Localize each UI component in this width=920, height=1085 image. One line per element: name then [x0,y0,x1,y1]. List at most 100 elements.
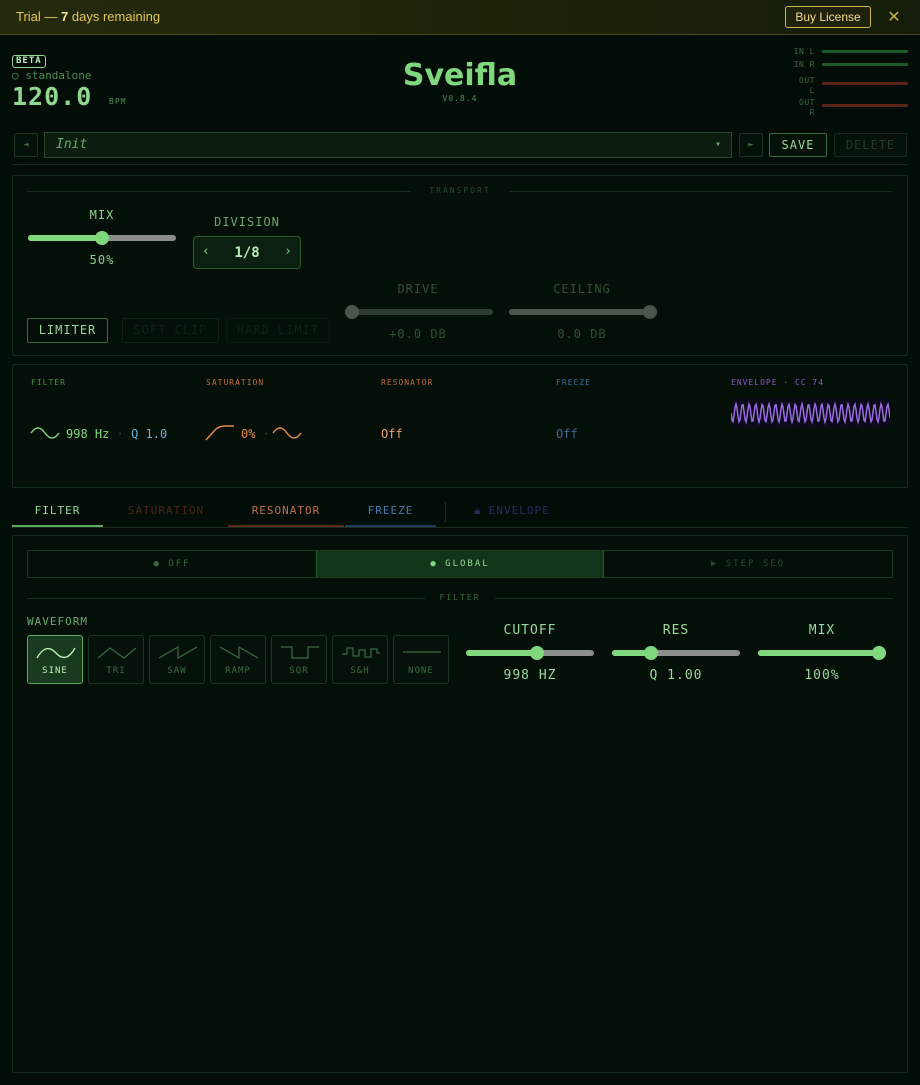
mix-slider[interactable] [28,231,176,245]
soft-clip-button[interactable]: SOFT CLIP [122,318,219,343]
hard-limit-button[interactable]: HARD LIMIT [226,318,330,343]
envelope-waveform [731,398,890,428]
waveform-none-button[interactable]: NONE [393,635,449,684]
sine-wave-icon [30,427,60,439]
ceiling-knob[interactable] [643,305,657,319]
ceiling-value: 0.0 DB [557,327,607,341]
filter-mix-knob[interactable] [872,646,886,660]
waveform-saw-button[interactable]: SAW [149,635,205,684]
mix-fill [28,235,102,241]
filter-mix-slider[interactable] [758,646,886,660]
buy-license-button[interactable]: Buy License [785,6,871,28]
drive-label: DRIVE [397,282,439,296]
tab-resonator[interactable]: RESONATOR [228,497,344,527]
bpm-value[interactable]: 120.0 [12,82,92,111]
module-saturation-summary: 0% · [241,427,270,441]
res-label: RES [662,623,690,638]
waveform-label: WAVEFORM [27,615,88,628]
tab-divider [445,502,446,522]
waveform-ramp-label: RAMP [225,666,251,676]
tab-envelope-label: ENVELOPE [488,504,550,517]
save-button[interactable]: SAVE [769,133,827,157]
saw-wave-icon [158,645,198,660]
close-icon[interactable]: ✕ [885,6,903,28]
module-envelope-title: ENVELOPE · CC 74 [731,378,825,387]
waveform-sh-button[interactable]: S&H [332,635,388,684]
preset-select[interactable]: Init ▾ [44,132,732,158]
waveform-sine-label: SINE [42,666,68,676]
division-next-button[interactable]: › [284,244,292,259]
tab-envelope[interactable]: 🔒︎ ENVELOPE [462,497,562,527]
tab-saturation[interactable]: SATURATION [117,497,215,527]
filter-section-label: FILTER [425,593,495,602]
division-stepper[interactable]: ‹ 1/8 › [193,236,301,269]
cutoff-slider[interactable] [466,646,594,660]
filter-mix-label: MIX [808,623,836,638]
res-value: Q 1.00 [649,668,703,683]
ceiling-fill [509,309,650,315]
preset-next-button[interactable]: ► [739,133,763,157]
dot-icon: ● [153,559,161,569]
module-resonator-status: Off [381,427,403,441]
play-icon: ▶ [710,559,719,569]
cutoff-fill [466,650,537,656]
mix-label: MIX [89,208,115,222]
waveform-saw-label: SAW [167,666,187,676]
meter-in-l-label: IN L [793,47,815,56]
dot-icon: ● [430,559,438,569]
cutoff-value: 998 HZ [503,668,557,683]
flat-line-icon [403,651,441,653]
res-slider[interactable] [612,646,740,660]
square-wave-icon [281,646,319,659]
filter-mode-off[interactable]: ● OFF [28,551,316,577]
preset-prev-button[interactable]: ◄ [14,133,38,157]
ceiling-slider[interactable] [509,305,657,319]
cutoff-label: CUTOFF [503,623,557,638]
drive-knob[interactable] [345,305,359,319]
meter-in-r [822,63,908,66]
filter-mode-global-label: GLOBAL [445,559,490,569]
drive-slider[interactable] [345,305,493,319]
tabs-divider [12,527,908,528]
meter-out-l [822,82,908,85]
module-resonator-title: RESONATOR [381,378,434,387]
meter-in-l [822,50,908,53]
ramp-wave-icon [219,645,259,660]
drive-track [345,309,493,315]
waveform-sh-label: S&H [350,666,370,676]
tab-filter[interactable]: FILTER [12,497,103,527]
filter-mode-step-seq[interactable]: ▶ STEP SEQ [604,551,892,577]
waveform-tri-button[interactable]: TRI [88,635,144,684]
waveform-sine-button[interactable]: SINE [27,635,83,684]
cutoff-knob[interactable] [530,646,544,660]
separator: · [262,427,270,441]
waveform-sqr-label: SQR [289,666,309,676]
drive-value: +0.0 DB [389,327,447,341]
mix-value: 50% [89,253,115,267]
module-freeze-title: FREEZE [556,378,591,387]
limiter-button[interactable]: LIMITER [27,318,108,343]
module-filter-title: FILTER [31,378,66,387]
module-filter-freq: 998 Hz [66,427,110,441]
preset-name: Init [56,137,88,152]
app-version: V0.8.4 [442,94,478,103]
divider [12,164,908,165]
filter-page [12,535,908,1073]
meter-out-r [822,104,908,107]
division-label: DIVISION [214,215,280,229]
tab-freeze[interactable]: FREEZE [345,497,436,527]
filter-mode-global[interactable]: ● GLOBAL [316,551,604,577]
beta-badge: BETA [12,55,46,68]
separator: · [116,427,124,441]
module-filter-q: Q 1.0 [131,427,168,441]
lock-icon: 🔒︎ [474,504,482,517]
waveform-sqr-button[interactable]: SQR [271,635,327,684]
chevron-down-icon: ▾ [714,139,721,150]
meter-in-r-label: IN R [793,60,815,69]
module-freeze-status: Off [556,427,578,441]
mix-knob[interactable] [95,231,109,245]
waveform-ramp-button[interactable]: RAMP [210,635,266,684]
res-knob[interactable] [644,646,658,660]
delete-button[interactable]: DELETE [834,133,907,157]
trial-banner: Trial — 7 days remaining Buy License ✕ [0,0,920,35]
